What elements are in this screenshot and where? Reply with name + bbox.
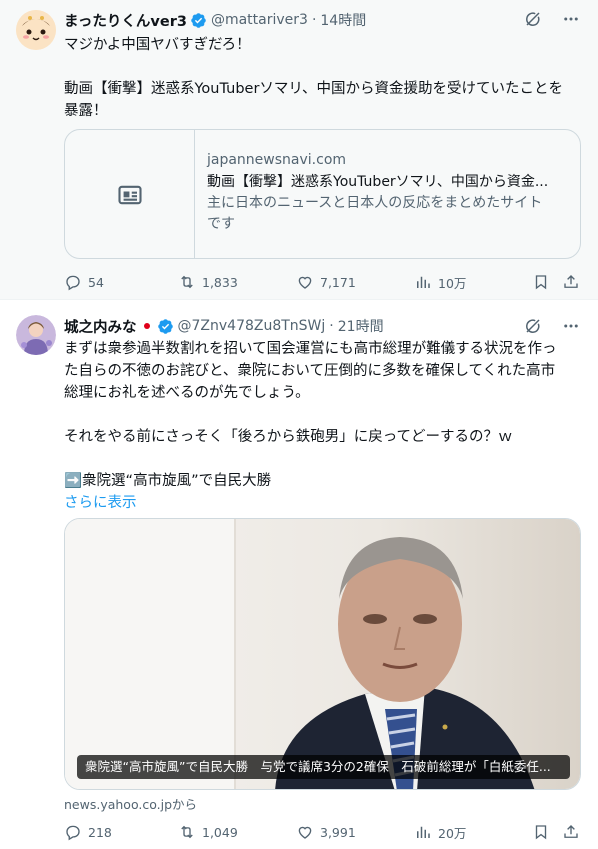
- tweet-text-line: それをやる前にさっそく「後ろから鉄砲男」に戻ってどーするの？ｗ: [64, 429, 513, 445]
- japan-flag-icon: [140, 320, 153, 332]
- card-domain: japannewsnavi.com: [207, 152, 347, 168]
- tweet-text: まずは衆参過半数割れを招いて国会運営にも高市総理が難儀する状況を作っ た自らの不…: [64, 338, 582, 514]
- tweet-top-icons: [524, 317, 580, 335]
- views-button[interactable]: 10万: [414, 273, 466, 292]
- tweet-text-line: ➡️衆院選“高市旋風”で自民大勝: [64, 473, 272, 489]
- verified-badge-icon: [191, 12, 206, 28]
- handle[interactable]: @mattariver3: [211, 12, 308, 28]
- tweet-text-line: 総理にお礼を述べるのが先でしょう。: [64, 385, 310, 401]
- handle[interactable]: @7Znv478Zu8TnSWj: [178, 318, 326, 334]
- like-icon: [298, 276, 312, 289]
- tweet-text-line: た自らの不徳のお詫びと、衆院において圧倒的に多数を確保してくれた高市: [64, 363, 556, 379]
- more-icon[interactable]: [562, 317, 580, 335]
- card-description-line: です: [207, 216, 235, 232]
- like-icon: [298, 826, 312, 839]
- reply-icon: [66, 825, 80, 841]
- article-icon: [117, 185, 142, 205]
- tweet-top-icons: [524, 10, 580, 28]
- tweet-header: まったりくんver3 @mattariver3 · 14時間: [64, 10, 366, 30]
- retweet-icon: [181, 825, 193, 839]
- tweet-text: マジかよ中国ヤバすぎだろ！ 動画【衝撃】迷惑系YouTuberソマリ、中国から資…: [64, 34, 582, 122]
- tweet-text-line: 動画【衝撃】迷惑系YouTuberソマリ、中国から資金援助を受けていたことを: [64, 81, 564, 97]
- bookmark-icon: [535, 825, 547, 840]
- action-bar: 54 1,833 7,171 10万: [64, 272, 582, 292]
- media-image[interactable]: 衆院選“高市旋風”で自民大勝 与党で議席3分の2確保 石破前総理が「白紙委任..…: [64, 518, 581, 790]
- media-caption: 衆院選“高市旋風”で自民大勝 与党で議席3分の2確保 石破前総理が「白紙委任..…: [77, 755, 570, 779]
- source-link[interactable]: news.yahoo.co.jpから: [64, 794, 197, 813]
- verified-badge-icon: [157, 318, 173, 334]
- like-count: 7,171: [320, 274, 356, 290]
- tweet-text-line: [64, 404, 582, 426]
- card-body: japannewsnavi.com 動画【衝撃】迷惑系YouTuberソマリ、中…: [207, 150, 573, 235]
- tweet-text-line: [64, 448, 582, 470]
- share-icon: [564, 825, 578, 838]
- retweet-button[interactable]: 1,833: [178, 273, 238, 291]
- views-icon: [417, 276, 430, 288]
- card-title: 動画【衝撃】迷惑系YouTuberソマリ、中国から資金...: [207, 174, 549, 190]
- views-icon: [417, 826, 430, 838]
- tweet-text-line: マジかよ中国ヤバすぎだろ！: [64, 37, 251, 53]
- grok-icon[interactable]: [524, 10, 542, 28]
- grok-icon[interactable]: [524, 317, 542, 335]
- timestamp[interactable]: 14時間: [320, 10, 366, 30]
- like-count: 3,991: [320, 824, 356, 840]
- reply-button[interactable]: 54: [64, 273, 104, 291]
- share-button[interactable]: [562, 823, 580, 841]
- display-name[interactable]: まったりくんver3: [64, 10, 187, 31]
- separator: ·: [311, 12, 317, 28]
- retweet-count: 1,049: [202, 824, 238, 840]
- like-button[interactable]: 3,991: [296, 823, 356, 841]
- display-name[interactable]: 城之内みな: [64, 316, 137, 337]
- avatar[interactable]: [16, 10, 56, 50]
- retweet-button[interactable]: 1,049: [178, 823, 238, 841]
- separator: ·: [329, 318, 334, 334]
- avatar[interactable]: [16, 315, 56, 355]
- share-button[interactable]: [562, 273, 580, 291]
- reply-count: 54: [88, 274, 104, 290]
- views-count: 10万: [438, 275, 467, 291]
- show-more-link[interactable]: さらに表示: [64, 492, 582, 514]
- tweet-header: 城之内みな @7Znv478Zu8TnSWj · 21時間: [64, 316, 384, 336]
- retweet-icon: [181, 275, 193, 289]
- bookmark-button[interactable]: [532, 273, 550, 291]
- views-button[interactable]: 20万: [414, 823, 466, 842]
- bookmark-icon: [535, 275, 547, 290]
- reply-icon: [66, 275, 80, 291]
- retweet-count: 1,833: [202, 274, 238, 290]
- bookmark-button[interactable]: [532, 823, 550, 841]
- action-bar: 218 1,049 3,991 20万: [64, 822, 582, 842]
- card-description: 主に日本のニュースと日本人の反応をまとめたサイト です: [207, 193, 573, 235]
- tweet-2[interactable]: 城之内みな @7Znv478Zu8TnSWj · 21時間 まずは衆参過半数割れ…: [0, 300, 598, 849]
- link-card[interactable]: japannewsnavi.com 動画【衝撃】迷惑系YouTuberソマリ、中…: [64, 129, 581, 259]
- like-button[interactable]: 7,171: [296, 273, 356, 291]
- reply-button[interactable]: 218: [64, 823, 112, 841]
- share-icon: [564, 275, 578, 288]
- tweet-text-line: 暴露！: [64, 103, 108, 119]
- reply-count: 218: [88, 824, 112, 840]
- card-thumbnail: [65, 130, 195, 258]
- timestamp[interactable]: 21時間: [338, 316, 384, 336]
- news-photo: [65, 519, 580, 789]
- tweet-text-line: まずは衆参過半数割れを招いて国会運営にも高市総理が難儀する状況を作っ: [64, 341, 557, 357]
- tweet-text-line: [64, 56, 582, 78]
- views-count: 20万: [438, 825, 467, 841]
- tweet-1[interactable]: まったりくんver3 @mattariver3 · 14時間 マジかよ中国ヤバす…: [0, 0, 598, 300]
- card-description-line: 主に日本のニュースと日本人の反応をまとめたサイト: [207, 195, 543, 211]
- more-icon[interactable]: [562, 10, 580, 28]
